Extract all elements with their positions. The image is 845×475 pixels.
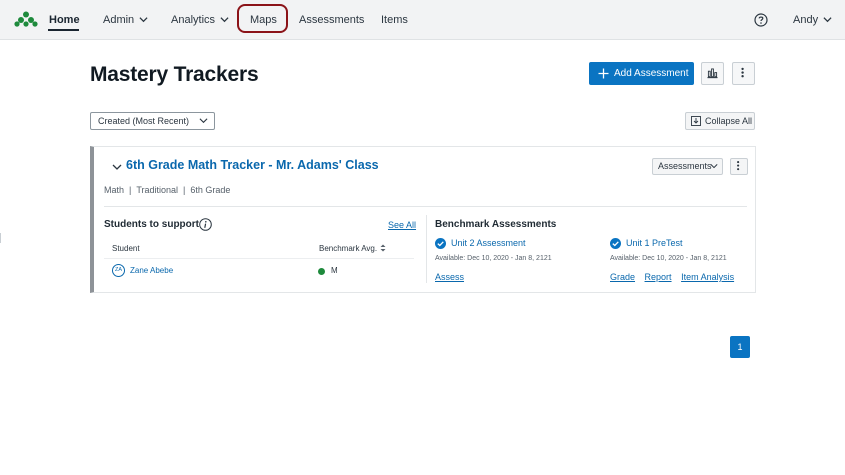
edge-marker [0,233,1,243]
chevron-down-icon [199,118,208,124]
tracker-title[interactable]: 6th Grade Math Tracker - Mr. Adams' Clas… [126,158,379,172]
plus-icon [598,68,609,79]
students-to-support-heading: Students to support [104,219,199,230]
analytics-chart-button[interactable] [701,62,724,85]
question-circle-icon[interactable] [754,13,768,27]
nav-assessments[interactable]: Assessments [299,0,364,40]
sort-select-value: Created (Most Recent) [98,116,190,126]
active-tab-indicator [48,29,79,31]
benchmark-assessments-heading: Benchmark Assessments [435,219,557,230]
assessments-dropdown-label: Assessments [658,161,712,171]
info-icon[interactable] [199,218,212,231]
assessments-dropdown[interactable]: Assessments [652,158,723,175]
tracker-meta: Math | Traditional | 6th Grade [104,185,230,195]
nav-items[interactable]: Items [381,0,408,40]
add-assessment-button[interactable]: Add Assessment [589,62,694,85]
tracker-grade: 6th Grade [190,185,231,195]
benchmark-actions: Grade Report Item Analysis [610,272,741,282]
avatar: ZA [112,264,125,277]
nav-admin[interactable]: Admin [103,0,148,40]
benchmark-avg-column-header[interactable]: Benchmark Avg. [319,244,386,253]
tracker-type: Traditional [136,185,179,195]
benchmark-availability: Available: Dec 10, 2020 - Jan 8, 2121 [435,255,552,262]
chevron-down-icon[interactable] [112,162,122,172]
nav-home[interactable]: Home [49,0,80,40]
check-badge-icon [610,238,621,249]
see-all-link[interactable]: See All [388,220,416,230]
tracker-subject: Math [104,185,125,195]
page-more-button[interactable] [732,62,755,85]
benchmark-avg-label: Benchmark Avg. [319,244,378,253]
collapse-icon [691,116,701,126]
more-vertical-icon [741,67,744,78]
chevron-down-icon [220,17,229,23]
tracker-card: 6th Grade Math Tracker - Mr. Adams' Clas… [90,146,756,293]
user-name: Andy [793,14,819,26]
divider [426,215,427,283]
sort-icon [380,244,386,252]
student-column-header: Student [112,244,140,253]
nav-analytics-label: Analytics [171,14,216,26]
collapse-all-label: Collapse All [705,116,753,126]
meta-separator: | [183,185,186,195]
chevron-down-icon [710,164,718,169]
nav-admin-label: Admin [103,14,135,26]
status-dot [318,268,325,275]
page-title: Mastery Trackers [90,63,259,86]
top-nav: Home Admin Analytics Maps Assessments It… [0,0,845,40]
chevron-down-icon [139,17,148,23]
benchmark-name[interactable]: Unit 2 Assessment [451,238,526,248]
check-badge-icon [435,238,446,249]
benchmark-actions: Assess [435,272,471,282]
more-vertical-icon [737,161,740,171]
maps-highlight-outline [237,4,288,33]
app-logo-icon[interactable] [14,11,38,27]
student-link[interactable]: Zane Abebe [130,266,173,275]
benchmark-availability: Available: Dec 10, 2020 - Jan 8, 2121 [610,255,727,262]
assess-link[interactable]: Assess [435,272,464,282]
pagination-page-button[interactable]: 1 [730,336,750,358]
grade-link[interactable]: Grade [610,272,635,282]
nav-analytics[interactable]: Analytics [171,0,229,40]
divider [104,258,414,259]
collapse-all-button[interactable]: Collapse All [685,112,755,130]
meta-separator: | [129,185,132,195]
user-menu[interactable]: Andy [793,0,832,40]
add-assessment-label: Add Assessment [614,68,689,79]
chevron-down-icon [823,17,832,23]
card-more-button[interactable] [730,158,748,175]
item-analysis-link[interactable]: Item Analysis [681,272,734,282]
bar-chart-icon [707,68,718,79]
sort-select[interactable]: Created (Most Recent) [90,112,215,130]
divider [104,206,747,207]
status-badge: M [331,266,338,275]
report-link[interactable]: Report [645,272,672,282]
benchmark-name[interactable]: Unit 1 PreTest [626,238,683,248]
